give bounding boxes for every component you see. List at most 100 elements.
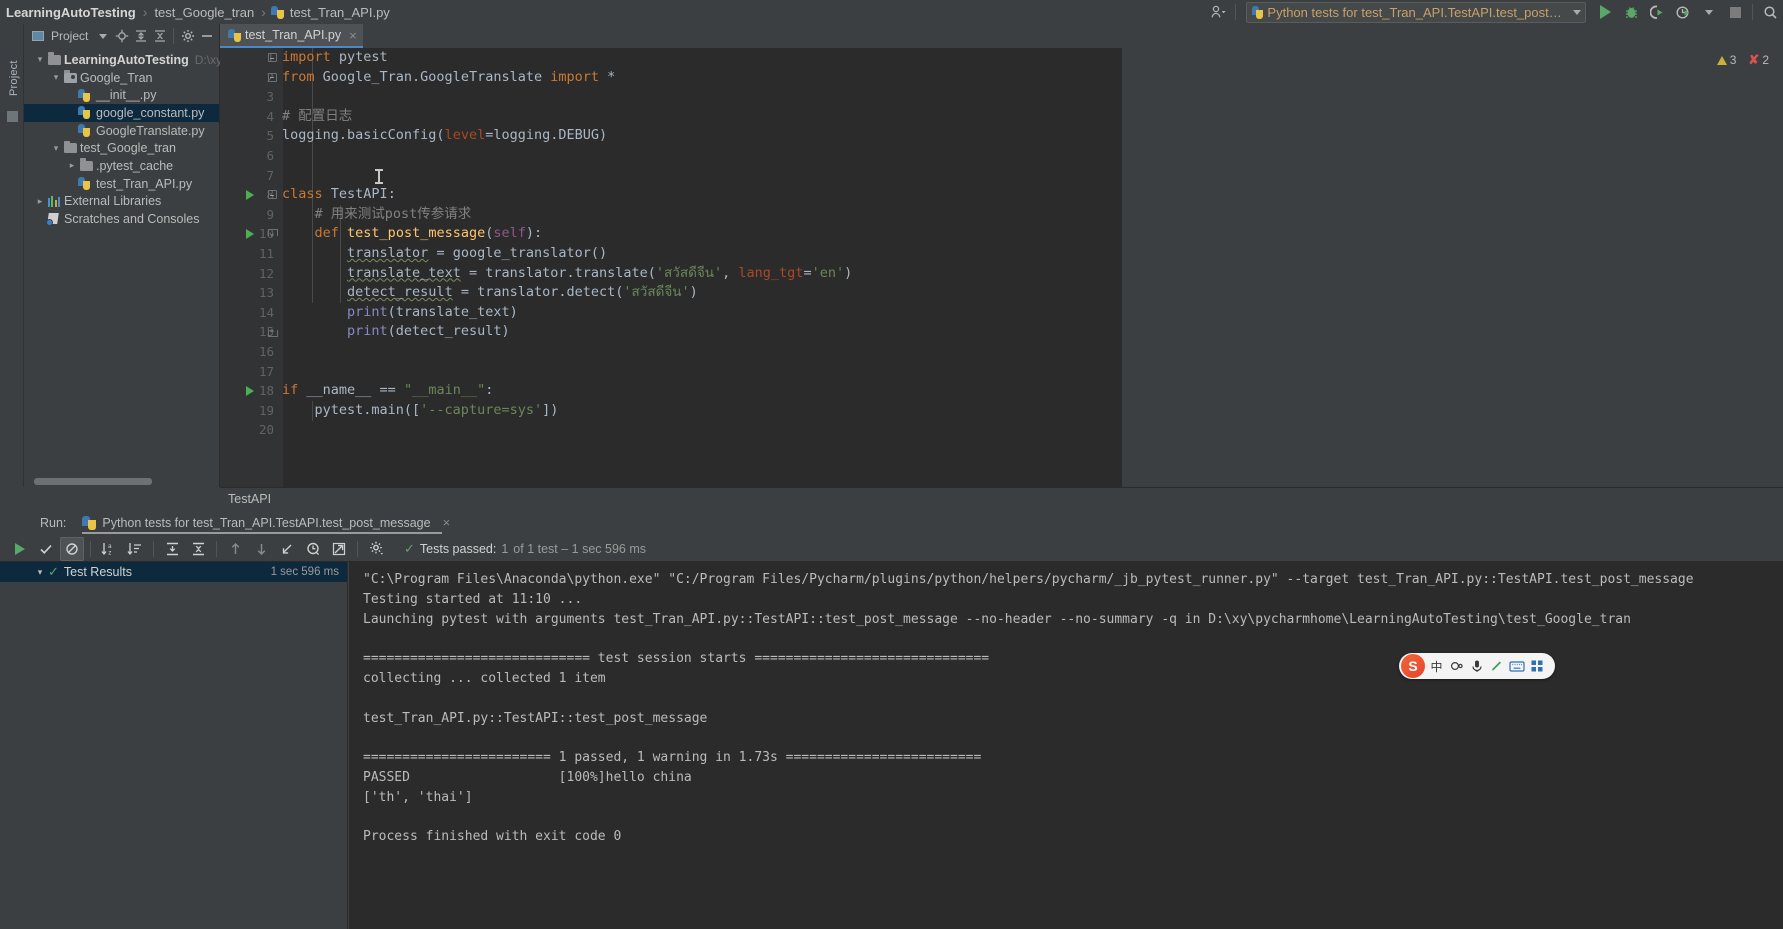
chevron-down-icon[interactable]: ▾ xyxy=(34,54,46,65)
gutter-fold-icon[interactable] xyxy=(266,224,278,244)
code-lines[interactable]: import pytest from Google_Tran.GoogleTran… xyxy=(282,48,1120,487)
horizontal-scrollbar[interactable] xyxy=(34,478,152,485)
code-line[interactable]: # 用来测试post传参请求 xyxy=(282,205,1120,225)
structure-icon[interactable] xyxy=(4,108,21,125)
code-line[interactable]: print(detect_result) xyxy=(282,322,1120,342)
history-clock-icon[interactable] xyxy=(301,537,325,561)
code-line[interactable] xyxy=(282,87,1120,107)
tree-item-test-google-tran[interactable]: ▾ test_Google_tran xyxy=(24,139,219,157)
run-button[interactable] xyxy=(1592,0,1618,24)
error-count[interactable]: ✘ 2 xyxy=(1748,52,1769,68)
gutter-run-icon[interactable] xyxy=(246,381,258,401)
code-line[interactable]: import pytest xyxy=(282,48,1120,68)
gutter-fold-icon[interactable] xyxy=(266,48,278,68)
warning-count[interactable]: 3 xyxy=(1716,53,1736,67)
tree-item-google-constant-py[interactable]: google_constant.py xyxy=(24,104,219,122)
tree-item-learningautotesting[interactable]: ▾ LearningAutoTesting D:\xy\pych xyxy=(24,51,251,69)
code-line[interactable]: from Google_Tran.GoogleTranslate import … xyxy=(282,68,1120,88)
chevron-right-icon[interactable]: ▸ xyxy=(34,196,46,207)
code-line[interactable]: # 配置日志 xyxy=(282,107,1120,127)
tree-item-test-tran-api-py[interactable]: test_Tran_API.py xyxy=(24,175,219,193)
gutter-run-icon[interactable] xyxy=(246,224,258,244)
editor-breadcrumb[interactable]: TestAPI xyxy=(220,487,1783,509)
tree-item-googletranslate-py[interactable]: GoogleTranslate.py xyxy=(24,122,219,140)
ime-keyboard-icon[interactable] xyxy=(1508,654,1525,678)
tree-item-pytest-cache[interactable]: ▸ .pytest_cache xyxy=(24,157,219,175)
code-line[interactable]: translator = google_translator() xyxy=(282,244,1120,264)
code-editor[interactable]: 1 2 3 4 5 6 7 8 9 10 11 12 13 14 15 16 17 18 19 20 import p… xyxy=(220,48,1120,487)
gear-icon[interactable] xyxy=(178,25,197,47)
chevron-down-icon[interactable] xyxy=(1573,9,1581,15)
ime-toolbar[interactable]: S 中 xyxy=(1399,653,1555,679)
tree-item-scratches-and-consoles[interactable]: Scratches and Consoles xyxy=(24,210,219,228)
hide-panel-icon[interactable] xyxy=(197,25,216,47)
stop-button[interactable] xyxy=(1722,0,1748,24)
sogou-logo-icon[interactable]: S xyxy=(1401,654,1425,678)
expand-all-button[interactable] xyxy=(160,537,184,561)
profiler-clock-icon[interactable] xyxy=(1670,0,1696,24)
code-line[interactable]: translate_text = translator.translate('ส… xyxy=(282,264,1120,284)
close-icon[interactable]: × xyxy=(443,515,451,530)
ime-handwriting-icon[interactable] xyxy=(1488,654,1505,678)
arrow-up-icon[interactable] xyxy=(223,537,247,561)
jump-to-source-icon[interactable] xyxy=(275,537,299,561)
chevron-down-icon[interactable]: ▾ xyxy=(50,72,62,83)
console-output[interactable]: "C:\Program Files\Anaconda\python.exe" "… xyxy=(349,562,1783,929)
chevron-down-icon[interactable] xyxy=(93,25,112,47)
chevron-down-icon[interactable] xyxy=(1696,0,1722,24)
code-line[interactable] xyxy=(282,146,1120,166)
ime-voice-icon[interactable] xyxy=(1468,654,1485,678)
breadcrumb-item-file[interactable]: test_Tran_API.py xyxy=(288,5,392,20)
chevron-down-icon[interactable]: ▾ xyxy=(50,143,62,154)
editor-tab-test-tran-api[interactable]: test_Tran_API.py × xyxy=(220,24,363,48)
test-results-root[interactable]: ▾ ✓ Test Results 1 sec 596 ms xyxy=(0,562,347,582)
gear-icon[interactable] xyxy=(364,537,388,561)
run-tab[interactable]: Python tests for test_Tran_API.TestAPI.t… xyxy=(82,515,451,534)
chevron-right-icon[interactable]: ▸ xyxy=(66,160,78,171)
sort-az-icon[interactable]: az xyxy=(97,537,121,561)
search-icon[interactable] xyxy=(1757,0,1783,24)
rerun-button[interactable] xyxy=(8,537,32,561)
code-line[interactable] xyxy=(282,166,1120,186)
debug-bug-icon[interactable] xyxy=(1618,0,1644,24)
show-passed-button[interactable] xyxy=(34,537,58,561)
coverage-icon[interactable] xyxy=(1644,0,1670,24)
collapse-all-button[interactable] xyxy=(186,537,210,561)
chevron-down-icon[interactable]: ▾ xyxy=(34,567,46,578)
user-icon[interactable] xyxy=(1205,0,1231,24)
breadcrumb-item-folder[interactable]: test_Google_tran xyxy=(152,5,256,20)
inspection-status[interactable]: 3 ✘ 2 xyxy=(1716,52,1769,68)
tree-item-external-libraries[interactable]: ▸ External Libraries xyxy=(24,193,219,211)
collapse-all-icon[interactable] xyxy=(150,25,169,47)
code-line[interactable]: pytest.main(['--capture=sys']) xyxy=(282,401,1120,421)
arrow-down-icon[interactable] xyxy=(249,537,273,561)
code-line[interactable]: print(translate_text) xyxy=(282,303,1120,323)
editor-gutter[interactable]: 1 2 3 4 5 6 7 8 9 10 11 12 13 14 15 16 17 18 19 20 xyxy=(220,48,282,487)
locate-icon[interactable] xyxy=(112,25,131,47)
export-icon[interactable] xyxy=(327,537,351,561)
gutter-fold-icon[interactable] xyxy=(266,185,278,205)
code-line[interactable] xyxy=(282,342,1120,362)
ime-fullwidth-icon[interactable] xyxy=(1448,654,1465,678)
stripe-item-project[interactable]: Project xyxy=(8,40,20,96)
breadcrumb-item-project[interactable]: LearningAutoTesting xyxy=(0,5,138,20)
code-line[interactable]: detect_result = translator.detect('สวัสด… xyxy=(282,283,1120,303)
sort-duration-icon[interactable] xyxy=(123,537,147,561)
tree-item-google-tran[interactable]: ▾ Google_Tran xyxy=(24,69,219,87)
tree-item-init-py[interactable]: __init__.py xyxy=(24,86,219,104)
close-icon[interactable]: × xyxy=(349,28,357,43)
gutter-run-icon[interactable] xyxy=(246,185,258,205)
show-ignored-button[interactable] xyxy=(60,536,84,561)
code-line[interactable]: if __name__ == "__main__": xyxy=(282,381,1120,401)
ime-language-button[interactable]: 中 xyxy=(1428,654,1445,678)
gutter-fold-icon[interactable] xyxy=(266,322,278,342)
code-line[interactable] xyxy=(282,420,1120,440)
code-line[interactable] xyxy=(282,362,1120,382)
code-line[interactable]: def test_post_message(self): xyxy=(282,224,1120,244)
run-configuration-selector[interactable]: Python tests for test_Tran_API.TestAPI.t… xyxy=(1246,1,1586,23)
gutter-fold-icon[interactable] xyxy=(266,68,278,88)
expand-all-icon[interactable] xyxy=(131,25,150,47)
ime-toolbox-icon[interactable] xyxy=(1528,654,1545,678)
code-line[interactable]: class TestAPI: xyxy=(282,185,1120,205)
code-line[interactable]: logging.basicConfig(level=logging.DEBUG) xyxy=(282,126,1120,146)
